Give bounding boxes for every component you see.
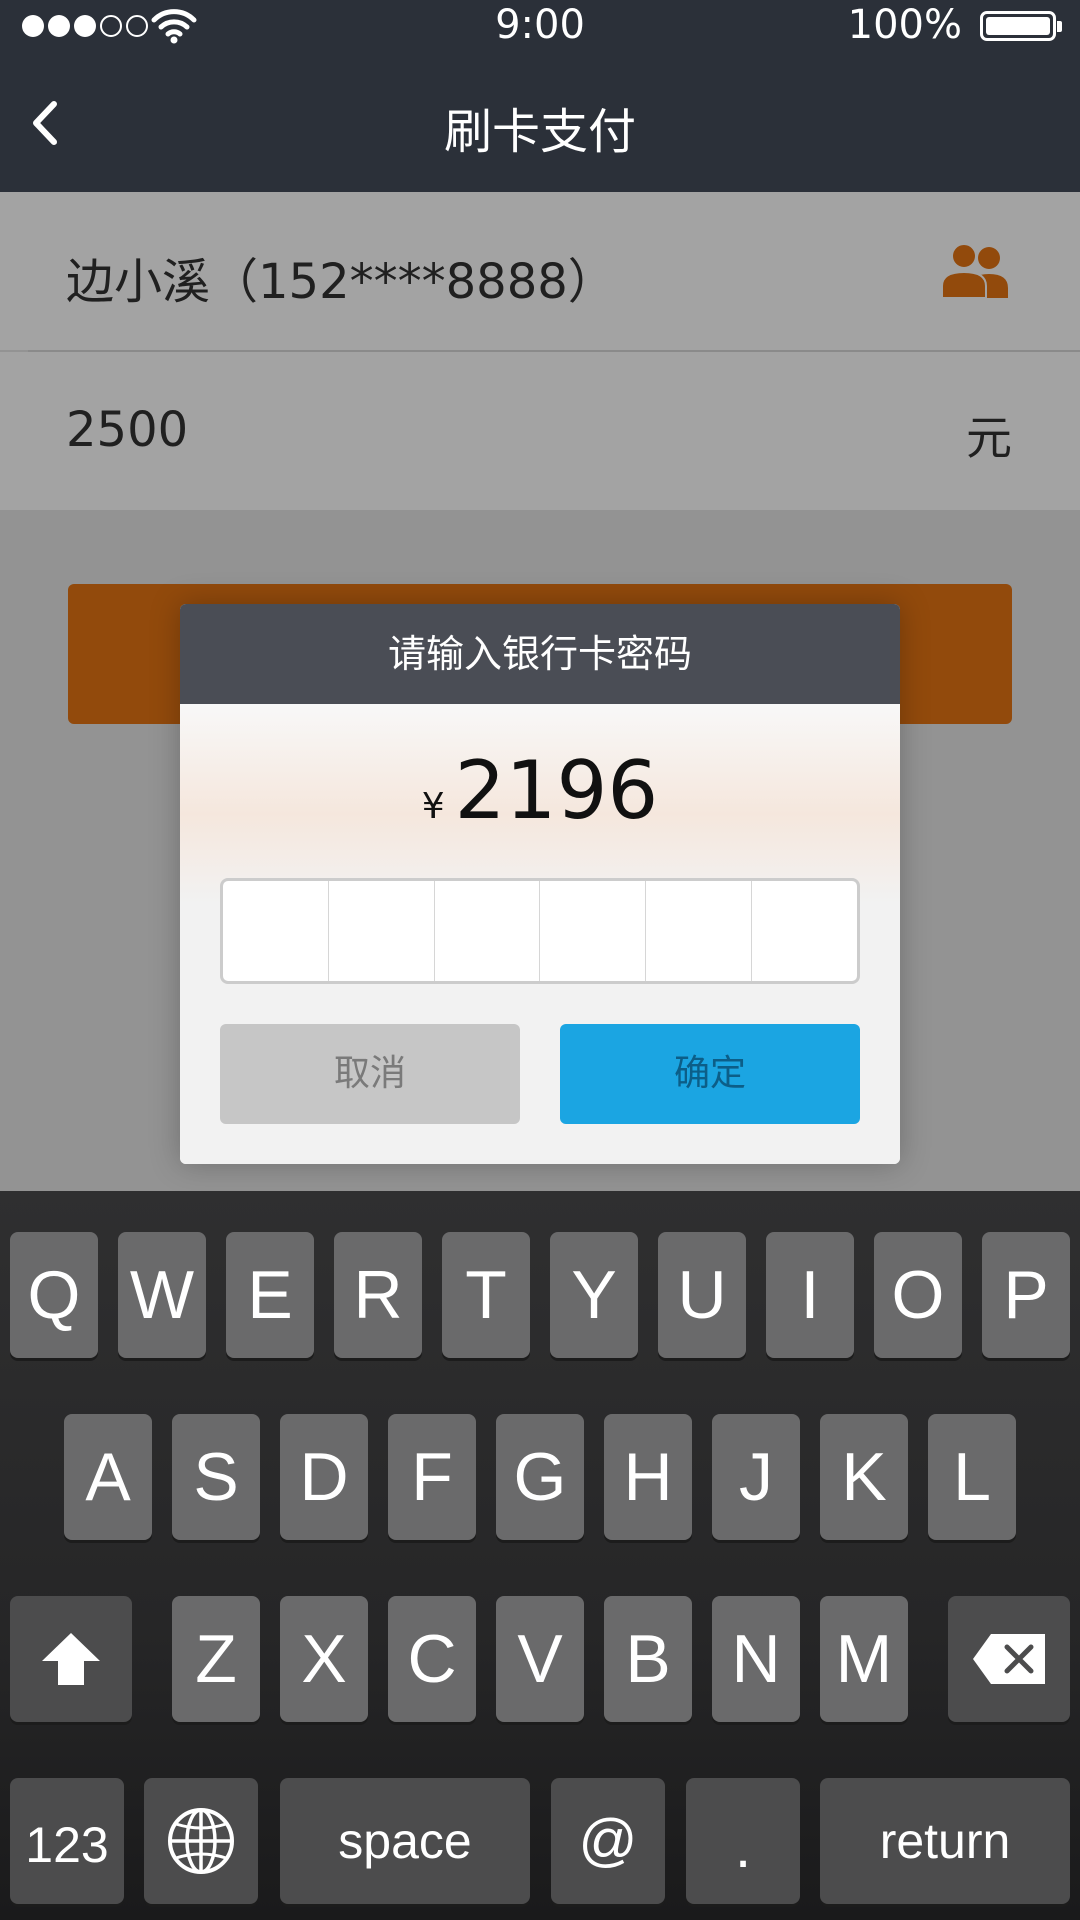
key-a[interactable]: A — [64, 1414, 152, 1540]
key-i[interactable]: I — [766, 1232, 854, 1358]
currency-symbol: ¥ — [421, 786, 445, 827]
page-title: 刷卡支付 — [443, 104, 636, 160]
key-g[interactable]: G — [496, 1414, 584, 1540]
key-x[interactable]: X — [280, 1596, 368, 1722]
key-s[interactable]: S — [172, 1414, 260, 1540]
cancel-button[interactable]: 取消 — [220, 1024, 520, 1124]
key-p[interactable]: P — [982, 1232, 1070, 1358]
space-key[interactable]: space — [280, 1778, 530, 1904]
key-r[interactable]: R — [334, 1232, 422, 1358]
battery-icon — [980, 11, 1062, 41]
key-f[interactable]: F — [388, 1414, 476, 1540]
globe-icon — [168, 1808, 234, 1874]
dialog-title: 请输入银行卡密码 — [180, 604, 900, 704]
payment-amount: ¥2196 — [180, 744, 900, 837]
backspace-key[interactable] — [948, 1596, 1070, 1722]
shift-icon — [42, 1633, 100, 1685]
battery-percentage: 100% — [847, 2, 962, 48]
confirm-button[interactable]: 确定 — [560, 1024, 860, 1124]
key-k[interactable]: K — [820, 1414, 908, 1540]
return-key[interactable]: return — [820, 1778, 1070, 1904]
globe-key[interactable] — [144, 1778, 258, 1904]
navigation-bar: 刷卡支付 — [0, 54, 1080, 192]
dialog-body: ¥2196 取消 确定 — [180, 704, 900, 1164]
dot-key[interactable]: . — [686, 1778, 800, 1904]
key-m[interactable]: M — [820, 1596, 908, 1722]
at-key[interactable]: @ — [551, 1778, 665, 1904]
password-digit-cell[interactable] — [752, 881, 857, 981]
key-q[interactable]: Q — [10, 1232, 98, 1358]
key-d[interactable]: D — [280, 1414, 368, 1540]
key-v[interactable]: V — [496, 1596, 584, 1722]
key-u[interactable]: U — [658, 1232, 746, 1358]
shift-key[interactable] — [10, 1596, 132, 1722]
key-j[interactable]: J — [712, 1414, 800, 1540]
key-c[interactable]: C — [388, 1596, 476, 1722]
key-w[interactable]: W — [118, 1232, 206, 1358]
key-z[interactable]: Z — [172, 1596, 260, 1722]
backspace-icon — [973, 1634, 1045, 1684]
password-digit-cell[interactable] — [329, 881, 435, 981]
password-digit-cell[interactable] — [223, 881, 329, 981]
key-b[interactable]: B — [604, 1596, 692, 1722]
key-o[interactable]: O — [874, 1232, 962, 1358]
key-y[interactable]: Y — [550, 1232, 638, 1358]
password-digit-cell[interactable] — [646, 881, 753, 981]
key-l[interactable]: L — [928, 1414, 1016, 1540]
password-digit-cell[interactable] — [435, 881, 541, 981]
key-e[interactable]: E — [226, 1232, 314, 1358]
key-t[interactable]: T — [442, 1232, 530, 1358]
password-input[interactable] — [220, 878, 860, 984]
key-h[interactable]: H — [604, 1414, 692, 1540]
numbers-key[interactable]: 123 — [10, 1778, 124, 1904]
key-n[interactable]: N — [712, 1596, 800, 1722]
status-bar: 9:00 100% — [0, 0, 1080, 54]
password-digit-cell[interactable] — [540, 881, 647, 981]
password-dialog: 请输入银行卡密码 ¥2196 取消 确定 — [180, 604, 900, 1164]
amount-value: 2196 — [454, 744, 659, 837]
keyboard: Q W E R T Y U I O P A S D F G H J K L Z … — [0, 1191, 1080, 1920]
payment-form: 边小溪（152****8888） 2500 元 请输入银行卡密码 ¥2196 取… — [0, 192, 1080, 1191]
